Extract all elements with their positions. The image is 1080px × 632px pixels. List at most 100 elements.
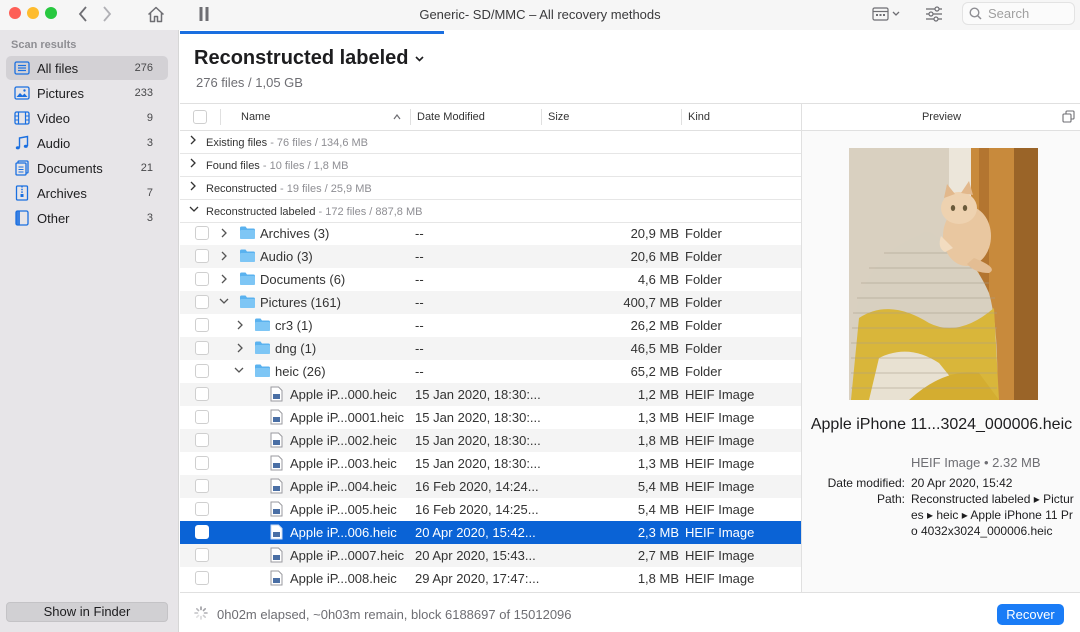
chevron-down-icon[interactable] (189, 204, 199, 214)
sidebar-item-audio[interactable]: Audio 3 (6, 131, 168, 155)
group-label: Existing files - 76 files / 134,6 MB (206, 137, 369, 149)
row-checkbox[interactable] (195, 387, 209, 401)
sidebar-item-count: 9 (146, 112, 153, 124)
table-row[interactable]: cr3 (1) -- 26,2 MB Folder (180, 314, 801, 337)
preview-filename: Apple iPhone 11...3024_000006.heic (810, 416, 1073, 433)
search-input[interactable] (988, 6, 1068, 21)
table-row[interactable]: heic (26) -- 65,2 MB Folder (180, 360, 801, 383)
column-header-date[interactable]: Date Modified (417, 111, 485, 123)
forward-button[interactable] (98, 3, 116, 25)
group-row-reconstructed-labeled[interactable]: Reconstructed labeled - 172 files / 887,… (180, 200, 801, 223)
group-row-reconstructed[interactable]: Reconstructed - 19 files / 25,9 MB (180, 177, 801, 200)
chevron-right-icon[interactable] (220, 227, 228, 239)
chevron-right-icon[interactable] (220, 250, 228, 262)
copy-icon[interactable] (1062, 110, 1075, 123)
row-checkbox[interactable] (195, 249, 209, 263)
file-kind: HEIF Image (685, 410, 755, 425)
chevron-right-icon[interactable] (189, 135, 197, 145)
row-checkbox[interactable] (195, 410, 209, 424)
row-checkbox[interactable] (195, 364, 209, 378)
status-bar: 0h02m elapsed, ~0h03m remain, block 6188… (180, 592, 1080, 632)
file-date: 20 Apr 2020, 15:43... (415, 548, 536, 563)
documents-icon (15, 160, 29, 176)
table-row[interactable]: dng (1) -- 46,5 MB Folder (180, 337, 801, 360)
sidebar-item-other[interactable]: Other 3 (6, 206, 168, 230)
table-row[interactable]: Pictures (161) -- 400,7 MB Folder (180, 291, 801, 314)
search-field[interactable] (962, 2, 1075, 25)
minimize-window-button[interactable] (27, 7, 39, 19)
back-button[interactable] (74, 3, 92, 25)
zoom-window-button[interactable] (45, 7, 57, 19)
file-name: dng (1) (275, 341, 317, 356)
table-row[interactable]: Apple iP...000.heic 15 Jan 2020, 18:30:.… (180, 383, 801, 406)
close-window-button[interactable] (9, 7, 21, 19)
table-row[interactable]: Apple iP...002.heic 15 Jan 2020, 18:30:.… (180, 429, 801, 452)
pause-scan-button[interactable] (195, 3, 213, 25)
sidebar-item-archives[interactable]: Archives 7 (6, 181, 168, 205)
file-date: 29 Apr 2020, 17:47:... (415, 571, 540, 586)
file-name: Apple iP...002.heic (290, 433, 397, 448)
row-checkbox[interactable] (195, 571, 209, 585)
chevron-right-icon[interactable] (236, 342, 244, 354)
file-kind: HEIF Image (685, 433, 755, 448)
chevron-down-icon[interactable] (233, 365, 245, 375)
file-kind: HEIF Image (685, 571, 755, 586)
table-row-selected[interactable]: Apple iP...006.heic 20 Apr 2020, 15:42..… (180, 521, 801, 544)
filter-settings-button[interactable] (923, 3, 945, 25)
table-row[interactable]: Apple iP...0001.heic 15 Jan 2020, 18:30:… (180, 406, 801, 429)
sidebar-item-documents[interactable]: Documents 21 (6, 156, 168, 180)
view-options-button[interactable] (869, 3, 905, 25)
row-checkbox[interactable] (195, 318, 209, 332)
sidebar-item-count: 7 (146, 187, 153, 199)
file-kind: Folder (685, 226, 722, 241)
preview-panel: Preview Apple iPhone 11...3024_000006.he… (801, 103, 1080, 592)
row-checkbox[interactable] (195, 341, 209, 355)
row-checkbox[interactable] (195, 548, 209, 562)
table-row[interactable]: Apple iP...0007.heic 20 Apr 2020, 15:43.… (180, 544, 801, 567)
folder-icon (255, 341, 270, 354)
sidebar-item-label: Archives (37, 185, 87, 201)
select-all-checkbox[interactable] (193, 110, 207, 124)
chevron-right-icon[interactable] (189, 158, 197, 168)
all-files-icon (14, 61, 30, 75)
file-size: 2,7 MB (637, 548, 679, 563)
row-checkbox[interactable] (195, 272, 209, 286)
table-row[interactable]: Documents (6) -- 4,6 MB Folder (180, 268, 801, 291)
sort-ascending-icon[interactable] (393, 113, 401, 120)
chevron-right-icon[interactable] (220, 273, 228, 285)
row-checkbox[interactable] (195, 502, 209, 516)
table-row[interactable]: Apple iP...003.heic 15 Jan 2020, 18:30:.… (180, 452, 801, 475)
date-modified-label: Date modified: (827, 476, 905, 490)
file-kind: HEIF Image (685, 456, 755, 471)
chevron-down-icon[interactable] (218, 296, 230, 306)
recover-button[interactable]: Recover (997, 604, 1064, 625)
sidebar-item-all-files[interactable]: All files 276 (6, 56, 168, 80)
sidebar-item-video[interactable]: Video 9 (6, 106, 168, 130)
table-row[interactable]: Audio (3) -- 20,6 MB Folder (180, 245, 801, 268)
group-row-found-files[interactable]: Found files - 10 files / 1,8 MB (180, 154, 801, 177)
row-checkbox[interactable] (195, 295, 209, 309)
column-header-kind[interactable]: Kind (688, 111, 710, 123)
page-title[interactable]: Reconstructed labeled (194, 47, 424, 70)
row-checkbox[interactable] (195, 456, 209, 470)
row-checkbox[interactable] (195, 525, 209, 539)
row-checkbox[interactable] (195, 433, 209, 447)
scan-progress-line (180, 31, 444, 34)
show-in-finder-button[interactable]: Show in Finder (6, 602, 168, 622)
chevron-right-icon[interactable] (189, 181, 197, 191)
table-row[interactable]: Apple iP...008.heic 29 Apr 2020, 17:47:.… (180, 567, 801, 590)
sidebar-item-pictures[interactable]: Pictures 233 (6, 81, 168, 105)
column-header-name[interactable]: Name (241, 111, 270, 123)
column-header-size[interactable]: Size (548, 111, 569, 123)
row-checkbox[interactable] (195, 479, 209, 493)
group-row-existing-files[interactable]: Existing files - 76 files / 134,6 MB (180, 131, 801, 154)
table-row[interactable]: Apple iP...005.heic 16 Feb 2020, 14:25..… (180, 498, 801, 521)
row-checkbox[interactable] (195, 226, 209, 240)
chevron-right-icon[interactable] (236, 319, 244, 331)
table-row[interactable]: Apple iP...004.heic 16 Feb 2020, 14:24..… (180, 475, 801, 498)
column-divider (410, 109, 411, 125)
file-size: 20,6 MB (630, 249, 679, 264)
table-row[interactable]: Archives (3) -- 20,9 MB Folder (180, 222, 801, 245)
home-button[interactable] (145, 3, 167, 25)
sidebar-item-count: 3 (146, 137, 153, 149)
